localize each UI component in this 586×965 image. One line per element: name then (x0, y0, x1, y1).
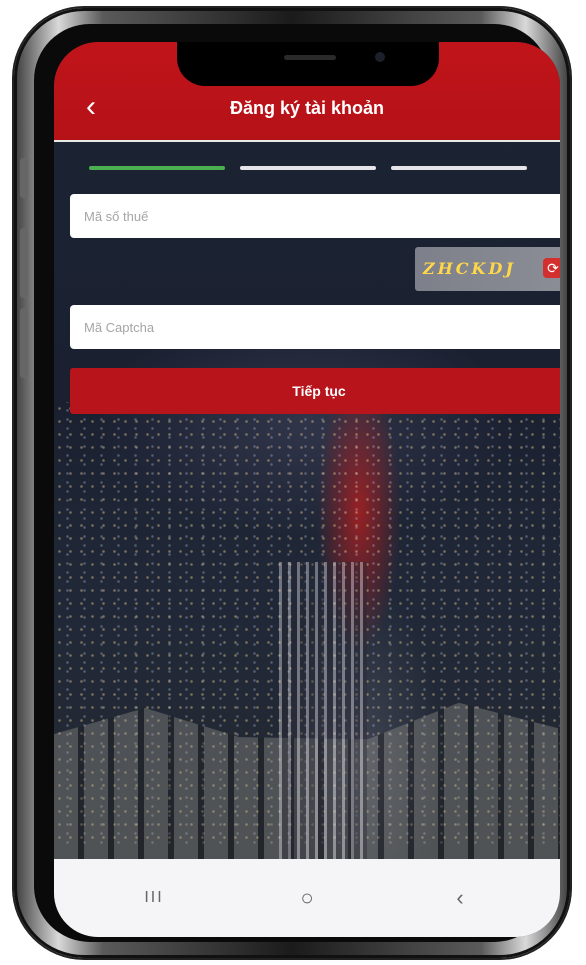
front-camera (375, 52, 385, 62)
home-button[interactable]: ○ (277, 881, 337, 915)
side-button (20, 228, 28, 298)
side-button (20, 158, 28, 198)
home-icon: ○ (300, 885, 314, 910)
recents-icon: III (144, 889, 164, 906)
captcha-text: ZHCKDJ (423, 259, 516, 278)
step-indicator (89, 166, 527, 170)
page-title: Đăng ký tài khoản (229, 98, 385, 118)
continue-button[interactable]: Tiếp tục (70, 368, 560, 414)
step-1 (89, 166, 225, 170)
step-3 (391, 166, 527, 170)
phone-frame: ‹ Đăng ký tài khoản ZHCKDJ ⟳ Tiếp tục II… (14, 8, 570, 958)
captcha-image: ZHCKDJ ⟳ (415, 247, 560, 291)
recents-button[interactable]: III (124, 881, 184, 915)
system-back-button[interactable]: ‹ (430, 881, 490, 915)
side-button (20, 308, 28, 378)
refresh-icon[interactable]: ⟳ (543, 258, 560, 278)
captcha-input[interactable] (70, 305, 560, 349)
step-2 (240, 166, 376, 170)
speaker-grille (284, 55, 336, 60)
phone-notch (177, 42, 439, 86)
back-icon: ‹ (456, 885, 464, 910)
system-navigation-bar: III ○ ‹ (54, 859, 560, 937)
app-screen: ‹ Đăng ký tài khoản ZHCKDJ ⟳ Tiếp tục II… (54, 42, 560, 937)
tax-code-input[interactable] (70, 194, 560, 238)
